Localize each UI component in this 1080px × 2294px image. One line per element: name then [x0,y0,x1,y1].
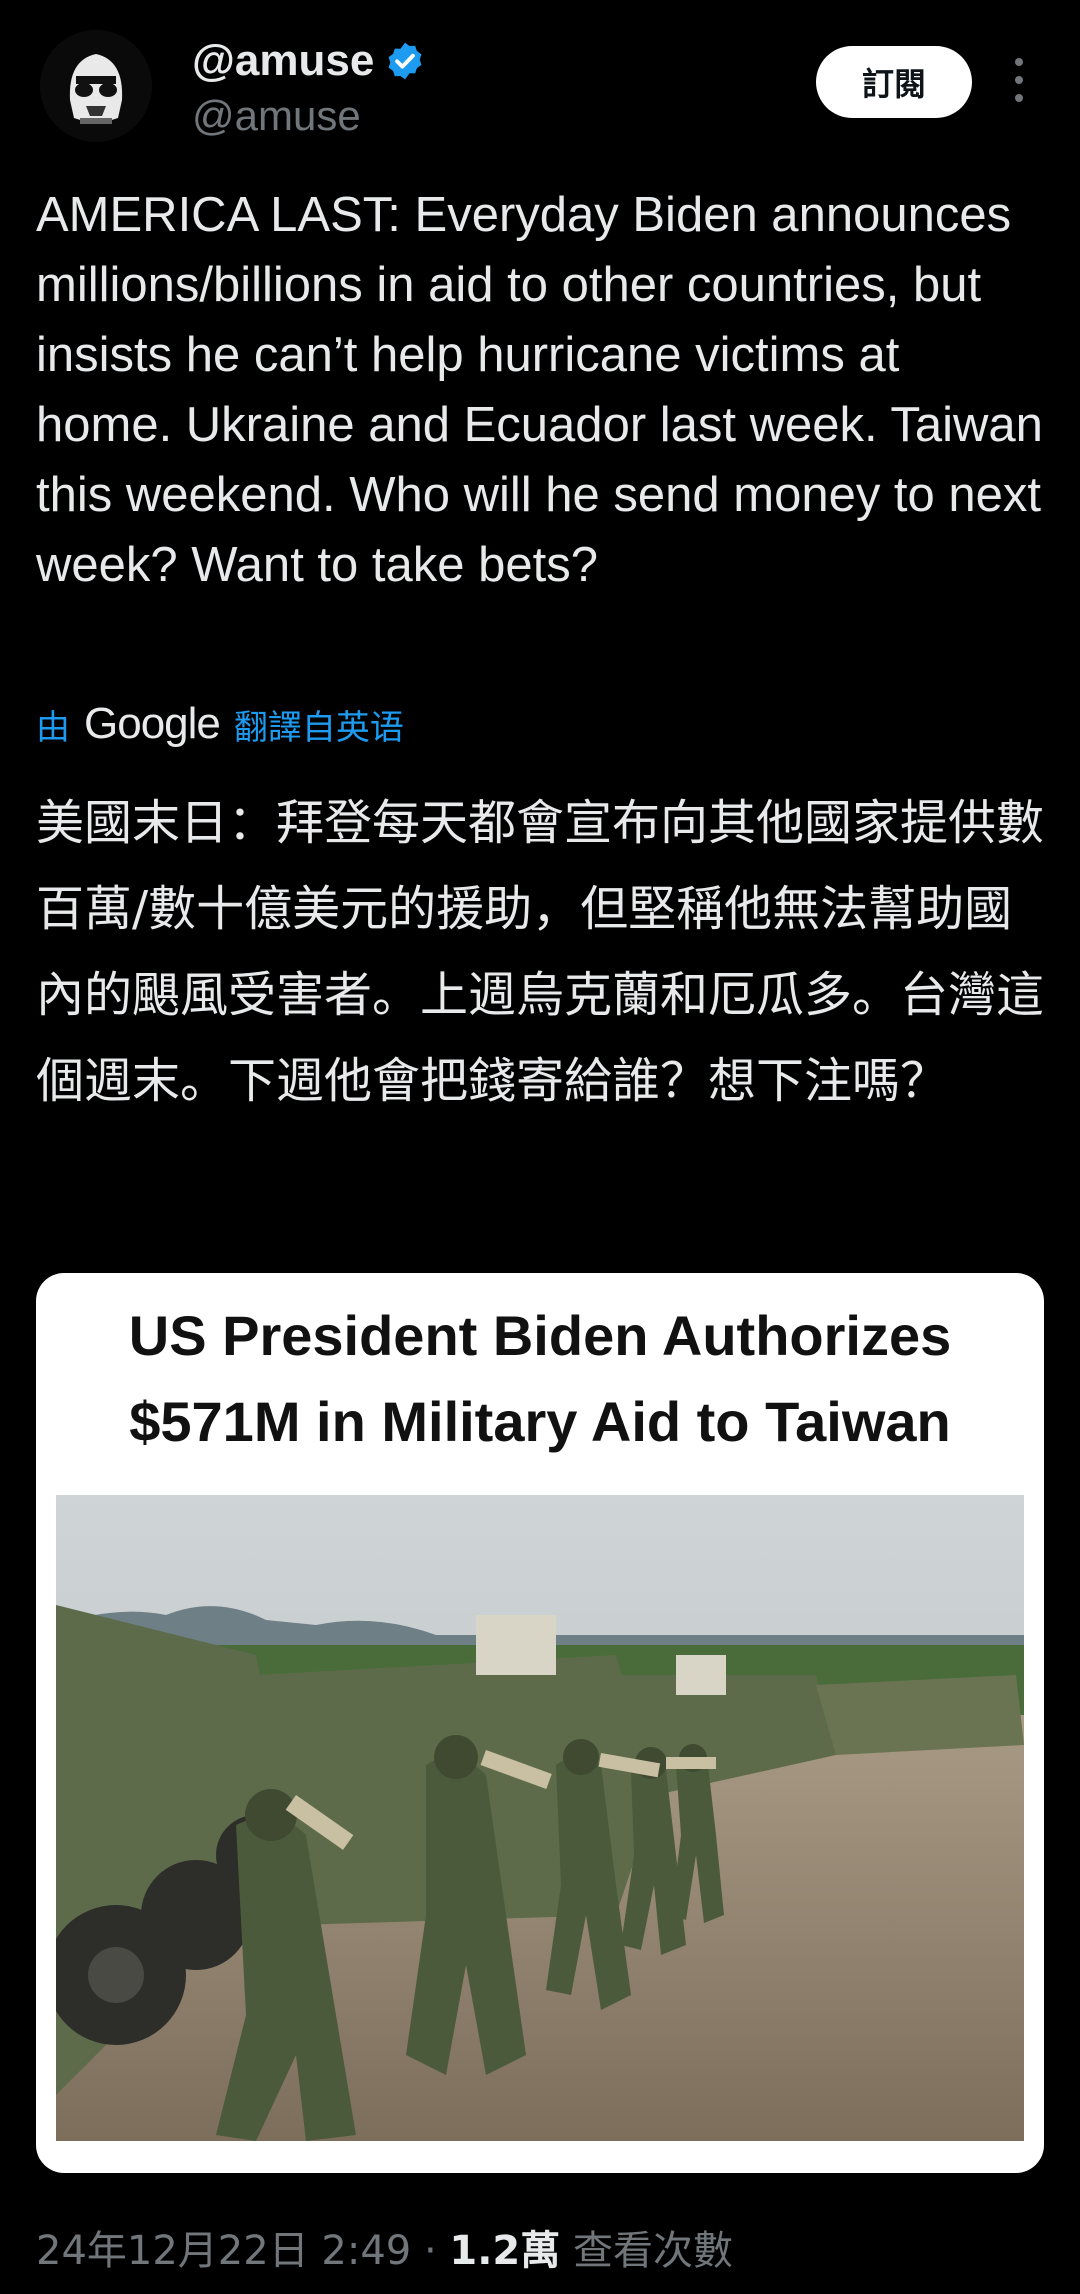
author-display-name[interactable]: @amuse [192,36,426,86]
translated-text: 美國末日：拜登每天都會宣布向其他國家提供數百萬/數十億美元的援助，但堅稱他無法幫… [36,795,1045,1109]
author-name-text: @amuse [192,36,375,85]
views-label: 查看次數 [560,2228,733,2274]
translation-attribution: 由 Google 翻譯自英语 [36,696,404,752]
tweet-meta: 24年12月22日 2:49 · 1.2萬 查看次數 [36,2218,733,2276]
subscribe-button[interactable]: 訂閱 [816,46,972,118]
views-count: 1.2萬 [449,2228,561,2274]
media-image-card[interactable]: US President Biden Authorizes $571M in M… [36,1273,1044,2173]
headline-line-1: US President Biden Authorizes [128,1304,952,1367]
stormtrooper-avatar-image [40,30,152,142]
translate-prefix: 由 [36,707,70,748]
tweet-header: @amuse @amuse 訂閱 [0,0,1080,170]
military-photo [56,1495,1024,2141]
avatar[interactable] [40,30,152,142]
timestamp[interactable]: 24年12月22日 2:49 · [36,2228,449,2274]
author-handle[interactable]: @amuse [192,92,361,140]
tweet-text: AMERICA LAST: Everyday Biden announces m… [36,188,1043,592]
verified-badge-icon [388,42,422,80]
image-headline: US President Biden Authorizes $571M in M… [36,1293,1044,1465]
headline-line-2: $571M in Military Aid to Taiwan [129,1390,951,1453]
translate-suffix-link[interactable]: 翻譯自英语 [234,700,404,749]
more-options-icon[interactable] [1004,58,1034,106]
google-logo: Google [84,699,221,748]
